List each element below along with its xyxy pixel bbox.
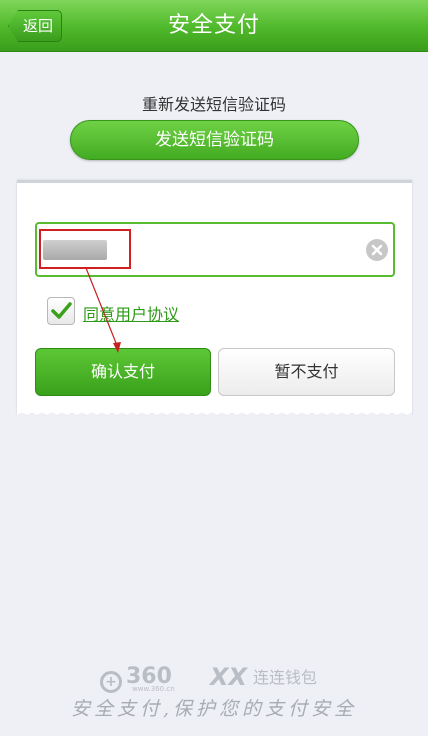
card-zigzag-edge: [17, 408, 412, 418]
footer-logos: +360 www.360.cn XX 连连钱包: [0, 663, 428, 693]
plus-icon: +: [100, 671, 122, 693]
send-sms-code-button[interactable]: 发送短信验证码: [70, 120, 359, 160]
confirm-pay-button[interactable]: 确认支付: [35, 348, 211, 396]
resend-sms-text: 重新发送短信验证码: [141, 95, 286, 114]
lianlian-text: 连连钱包: [253, 668, 318, 687]
logo-360-url: www.360.cn: [132, 685, 175, 693]
clear-icon[interactable]: [366, 239, 388, 261]
lianlian-mark: XX: [210, 663, 248, 691]
page-title: 安全支付: [167, 13, 260, 38]
header-bar: 安全支付 返回: [0, 0, 428, 52]
agree-checkbox[interactable]: [47, 297, 75, 325]
skip-pay-button[interactable]: 暂不支付: [218, 348, 395, 396]
logo-360: +360 www.360.cn: [100, 663, 175, 693]
back-button[interactable]: 返回: [8, 10, 62, 42]
annotation-highlight-box: [39, 229, 131, 269]
footer-slogan: 安全支付,保护您的支付安全: [70, 698, 358, 720]
checkmark-icon: [51, 302, 72, 319]
logo-lianlian: XX 连连钱包: [210, 663, 317, 691]
user-agreement-link[interactable]: 同意用户协议: [83, 301, 179, 325]
